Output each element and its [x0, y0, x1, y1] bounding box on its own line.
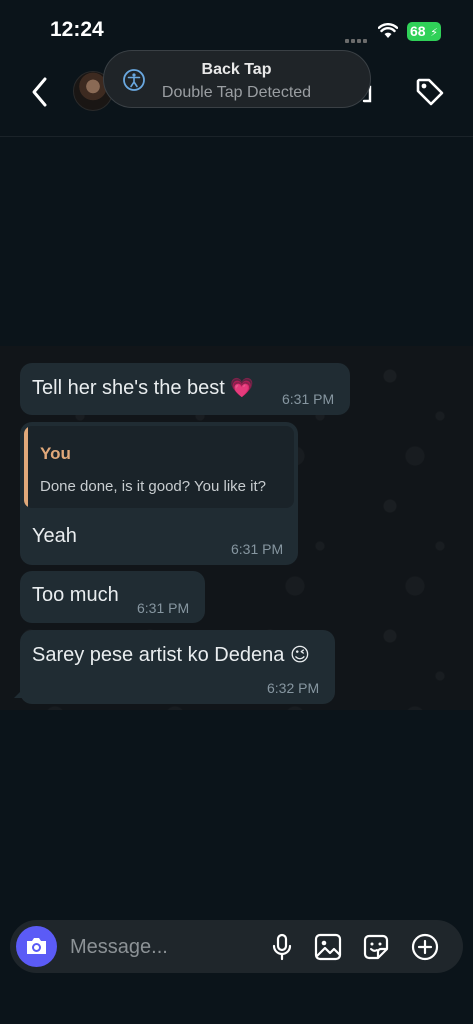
message-time: 6:31 PM	[231, 541, 284, 557]
gallery-icon[interactable]	[313, 932, 343, 962]
wifi-icon	[378, 23, 398, 38]
message-composer	[10, 920, 463, 973]
back-button[interactable]	[26, 75, 56, 109]
tag-icon[interactable]	[414, 76, 446, 108]
toast-title: Back Tap	[201, 61, 272, 78]
message-bubble[interactable]: Sarey pese artist ko Dedena 😉 6:32 PM	[20, 630, 335, 704]
wink-emoji: 😉	[289, 645, 310, 666]
heart-emoji: 💗	[230, 378, 255, 399]
message-time: 6:31 PM	[282, 391, 335, 407]
message-time: 6:31 PM	[137, 600, 190, 616]
charging-bolt-icon: ⚡	[430, 27, 438, 39]
toast-subtitle: Double Tap Detected	[161, 84, 312, 101]
message-text: Tell her she's the best 💗	[32, 377, 255, 399]
message-bubble[interactable]: Too much 6:31 PM	[20, 571, 205, 623]
message-input[interactable]	[68, 930, 262, 965]
message-time: 6:32 PM	[267, 680, 320, 696]
battery-level: 68	[410, 23, 426, 39]
status-time: 12:24	[50, 18, 104, 41]
message-text: Too much	[32, 584, 119, 606]
bubble-tail	[14, 688, 24, 698]
message-bubble[interactable]: Tell her she's the best 💗 6:31 PM	[20, 363, 350, 415]
camera-button[interactable]	[16, 926, 57, 967]
quoted-reply[interactable]: You Done done, is it good? You like it?	[24, 426, 294, 508]
sticker-icon[interactable]	[361, 932, 391, 962]
message-text: Yeah	[32, 525, 77, 547]
microphone-icon[interactable]	[267, 932, 297, 962]
camera-icon	[27, 938, 46, 954]
quote-author: You	[40, 444, 71, 463]
add-icon[interactable]	[410, 932, 440, 962]
battery-indicator: 68 ⚡	[407, 22, 441, 41]
cellular-signal-icon	[345, 30, 371, 43]
quote-text: Done done, is it good? You like it?	[40, 478, 267, 495]
message-bubble[interactable]: You Done done, is it good? You like it? …	[20, 422, 298, 565]
quote-accent-bar	[24, 426, 28, 508]
message-text: Sarey pese artist ko Dedena 😉	[32, 644, 310, 666]
back-tap-toast: Back Tap Double Tap Detected	[103, 50, 371, 108]
